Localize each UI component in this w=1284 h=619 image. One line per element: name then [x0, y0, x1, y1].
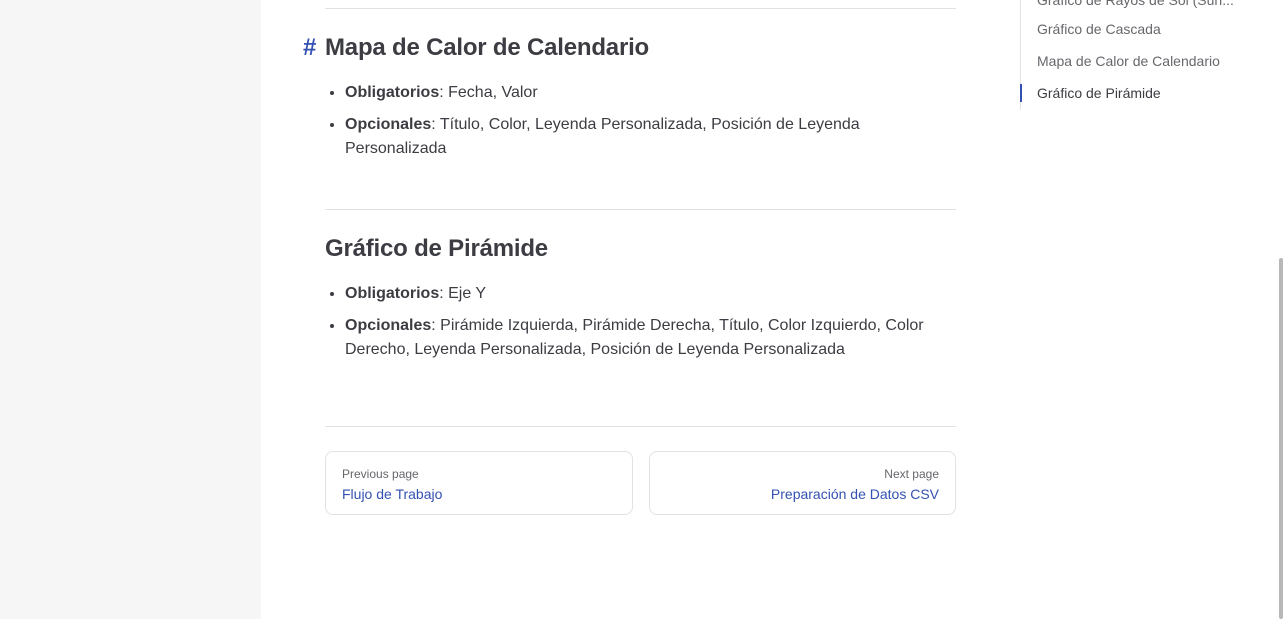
- pyramid-chart-fields: Obligatorios: Eje Y Opcionales: Pirámide…: [325, 282, 956, 370]
- heading-anchor-link[interactable]: #: [303, 34, 316, 62]
- field-label: Opcionales: [345, 116, 432, 133]
- field-value: Eje Y: [448, 285, 487, 302]
- heading-text: Mapa de Calor de Calendario: [325, 34, 650, 61]
- field-label: Obligatorios: [345, 285, 440, 302]
- calendar-heatmap-fields: Obligatorios: Fecha, Valor Opcionales: T…: [325, 81, 956, 169]
- footer-divider: [325, 426, 956, 427]
- field-separator: :: [431, 116, 440, 133]
- list-item: Opcionales: Título, Color, Leyenda Perso…: [345, 113, 956, 161]
- field-label: Obligatorios: [345, 84, 440, 101]
- outline-item-sunburst[interactable]: Gráfico de Rayos de Sol (Sun...: [1037, 0, 1234, 10]
- left-sidebar: [0, 0, 261, 619]
- previous-page-label: Previous page: [342, 467, 419, 481]
- next-page-link[interactable]: Next page Preparación de Datos CSV: [649, 451, 956, 515]
- heading-calendar-heatmap: # Mapa de Calor de Calendario: [303, 34, 650, 62]
- outline-item-waterfall[interactable]: Gráfico de Cascada: [1037, 19, 1161, 39]
- next-page-label: Next page: [884, 467, 939, 481]
- section-divider: [325, 209, 956, 210]
- prev-next-pager: Previous page Flujo de Trabajo Next page…: [325, 451, 956, 517]
- section-divider: [325, 8, 956, 9]
- field-separator: :: [439, 285, 449, 302]
- scrollbar-thumb[interactable]: [1279, 258, 1283, 619]
- field-separator: :: [431, 317, 441, 334]
- heading-text: Gráfico de Pirámide: [325, 235, 548, 262]
- heading-pyramid-chart: Gráfico de Pirámide: [325, 235, 548, 263]
- page-scrollbar[interactable]: [1278, 0, 1284, 619]
- next-page-title: Preparación de Datos CSV: [770, 486, 939, 502]
- field-value: Fecha, Valor: [448, 84, 538, 101]
- list-item: Opcionales: Pirámide Izquierda, Pirámide…: [345, 314, 956, 362]
- previous-page-title: Flujo de Trabajo: [342, 486, 443, 502]
- field-separator: :: [439, 84, 449, 101]
- outline-item-calendar-heatmap[interactable]: Mapa de Calor de Calendario: [1037, 51, 1220, 71]
- outline-item-pyramid[interactable]: Gráfico de Pirámide: [1037, 83, 1161, 103]
- outline-active-marker: [1020, 84, 1022, 102]
- previous-page-link[interactable]: Previous page Flujo de Trabajo: [325, 451, 633, 515]
- list-item: Obligatorios: Eje Y: [345, 282, 956, 306]
- list-item: Obligatorios: Fecha, Valor: [345, 81, 956, 105]
- field-label: Opcionales: [345, 317, 432, 334]
- docs-page: # Mapa de Calor de Calendario Obligatori…: [0, 0, 1284, 619]
